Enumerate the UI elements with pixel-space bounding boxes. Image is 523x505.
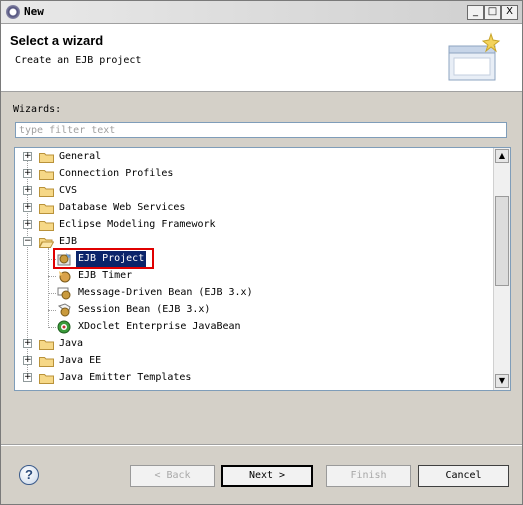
banner-title: Select a wizard: [10, 33, 104, 48]
tree-line: [48, 327, 56, 328]
tree-item-label: General: [59, 151, 102, 162]
selection-highlight-box: [53, 248, 154, 269]
cancel-button[interactable]: Cancel: [418, 465, 509, 487]
tree-item-label: XDoclet Enterprise JavaBean: [78, 321, 241, 332]
help-button[interactable]: ?: [19, 465, 39, 485]
wizards-label: Wizards:: [13, 104, 62, 115]
collapse-toggle[interactable]: −: [23, 237, 32, 246]
title-bar[interactable]: New _ □ X: [1, 1, 522, 24]
folder-icon: [39, 374, 54, 384]
tree-item-label: EJB Timer: [78, 270, 133, 281]
scroll-down-arrow[interactable]: ▼: [495, 374, 509, 388]
tree-line: [48, 248, 49, 328]
tree-line: [48, 276, 56, 277]
folder-icon: [39, 187, 54, 197]
back-button[interactable]: < Back: [130, 465, 215, 487]
tree-scrollbar[interactable]: ▲ ▼: [493, 148, 510, 390]
folder-icon: [39, 204, 54, 214]
banner-description: Create an EJB project: [15, 55, 142, 66]
expand-toggle[interactable]: +: [23, 186, 32, 195]
window-title: New: [24, 5, 44, 18]
filter-input[interactable]: [15, 122, 507, 138]
new-wizard-dialog: New _ □ X Select a wizard Create an EJB …: [0, 0, 523, 505]
xdoclet-icon: [57, 320, 71, 334]
minimize-button[interactable]: _: [467, 5, 484, 20]
folder-icon: [39, 221, 54, 231]
scroll-thumb[interactable]: [495, 196, 509, 286]
tree-item-label: CVS: [59, 185, 78, 196]
tree-item-label: Message-Driven Bean (EJB 3.x): [78, 287, 253, 298]
folder-icon: [39, 153, 54, 163]
folder-icon: [39, 170, 54, 180]
button-bar-separator: [1, 444, 522, 446]
tree-line: [48, 293, 56, 294]
close-button[interactable]: X: [501, 5, 518, 20]
folder-icon: [39, 357, 54, 367]
next-button[interactable]: Next >: [221, 465, 313, 487]
expand-toggle[interactable]: +: [23, 373, 32, 382]
tree-item-label: Java: [59, 338, 84, 349]
tree-item-label: Session Bean (EJB 3.x): [78, 304, 211, 315]
tree-item-label: Eclipse Modeling Framework: [59, 219, 216, 230]
expand-toggle[interactable]: +: [23, 220, 32, 229]
expand-toggle[interactable]: +: [23, 152, 32, 161]
finish-button[interactable]: Finish: [326, 465, 411, 487]
tree-item-label: Database Web Services: [59, 202, 186, 213]
open-folder-icon: [39, 238, 54, 248]
tree-item-label: Java Emitter Templates: [59, 372, 192, 383]
session-bean-icon: [57, 303, 71, 317]
folder-icon: [39, 340, 54, 350]
ejb-timer-icon: [59, 271, 71, 283]
wizard-banner-icon: [448, 32, 501, 81]
message-driven-bean-icon: [57, 287, 71, 300]
expand-toggle[interactable]: +: [23, 169, 32, 178]
expand-toggle[interactable]: +: [23, 356, 32, 365]
scroll-up-arrow[interactable]: ▲: [495, 149, 509, 163]
tree-line: [48, 310, 56, 311]
maximize-button[interactable]: □: [484, 5, 501, 20]
tree-item-label: Java EE: [59, 355, 102, 366]
eclipse-app-icon: [6, 5, 20, 19]
expand-toggle[interactable]: +: [23, 339, 32, 348]
wizard-tree[interactable]: + General + Connection Profiles + CVS + …: [14, 147, 511, 391]
tree-item-label: Connection Profiles: [59, 168, 174, 179]
expand-toggle[interactable]: +: [23, 203, 32, 212]
wizard-banner: Select a wizard Create an EJB project: [1, 24, 522, 92]
